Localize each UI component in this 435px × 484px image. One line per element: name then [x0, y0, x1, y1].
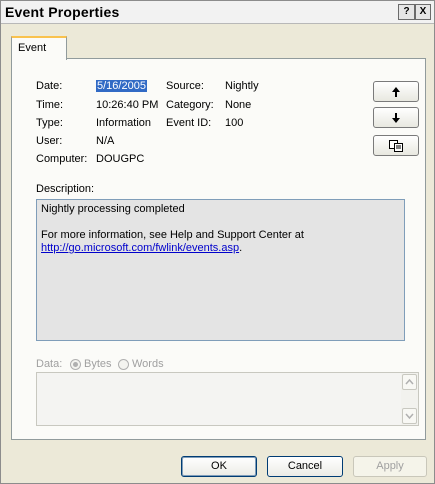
window-title: Event Properties — [5, 4, 120, 20]
copy-icon — [389, 140, 403, 152]
category-label: Category: — [166, 99, 214, 111]
previous-event-button[interactable] — [373, 81, 419, 102]
next-event-button[interactable] — [373, 107, 419, 128]
apply-button[interactable]: Apply — [353, 456, 427, 477]
cancel-button[interactable]: Cancel — [267, 456, 343, 477]
scroll-down-icon — [405, 413, 414, 420]
help-link[interactable]: http://go.microsoft.com/fwlink/events.as… — [41, 242, 239, 254]
scroll-down-button[interactable] — [402, 408, 417, 424]
description-label: Description: — [36, 183, 95, 195]
date-label: Date: — [36, 80, 63, 92]
close-button[interactable]: X — [415, 4, 431, 20]
description-line-1: Nightly processing completed — [41, 203, 185, 215]
data-box[interactable] — [36, 372, 419, 426]
words-label: Words — [132, 358, 164, 370]
computer-label: Computer: — [36, 153, 88, 165]
arrow-up-icon — [392, 87, 400, 97]
data-label: Data: — [36, 358, 63, 370]
tab-event[interactable]: Event — [11, 36, 67, 60]
event-id-label: Event ID: — [166, 117, 212, 129]
data-scrollbar[interactable] — [401, 373, 418, 425]
close-icon: X — [419, 6, 427, 17]
event-panel: Date: 5/16/2005 Source: Nightly Time: 10… — [11, 58, 426, 440]
arrow-down-icon — [392, 113, 400, 123]
type-label: Type: — [36, 117, 63, 129]
title-bar[interactable]: Event Properties ? X — [1, 1, 434, 24]
scroll-up-button[interactable] — [402, 374, 417, 390]
description-line-2: For more information, see Help and Suppo… — [41, 229, 304, 241]
link-suffix: . — [239, 242, 243, 254]
date-value-text: 5/16/2005 — [96, 80, 147, 92]
computer-value: DOUGPC — [96, 153, 145, 165]
date-value[interactable]: 5/16/2005 — [96, 80, 147, 92]
radio-selected-dot — [73, 362, 78, 367]
source-label: Source: — [166, 80, 204, 92]
bytes-radio[interactable] — [70, 359, 81, 370]
ok-button[interactable]: OK — [181, 456, 257, 477]
help-button[interactable]: ? — [398, 4, 415, 20]
event-properties-dialog: Event Properties ? X Event Date: 5/16/20… — [0, 0, 435, 484]
scroll-up-icon — [405, 378, 414, 385]
source-value: Nightly — [225, 80, 259, 92]
time-label: Time: — [36, 99, 64, 111]
help-icon: ? — [403, 6, 410, 17]
type-value: Information — [96, 117, 152, 129]
description-box[interactable]: Nightly processing completed For more in… — [36, 199, 405, 341]
words-radio[interactable] — [118, 359, 129, 370]
tab-event-label: Event — [18, 42, 47, 54]
bytes-label: Bytes — [84, 358, 112, 370]
user-label: User: — [36, 135, 63, 147]
event-id-value: 100 — [225, 117, 244, 129]
user-value: N/A — [96, 135, 115, 147]
time-value: 10:26:40 PM — [96, 99, 159, 111]
description-link-line: http://go.microsoft.com/fwlink/events.as… — [41, 242, 242, 254]
copy-button[interactable] — [373, 135, 419, 156]
category-value: None — [225, 99, 252, 111]
